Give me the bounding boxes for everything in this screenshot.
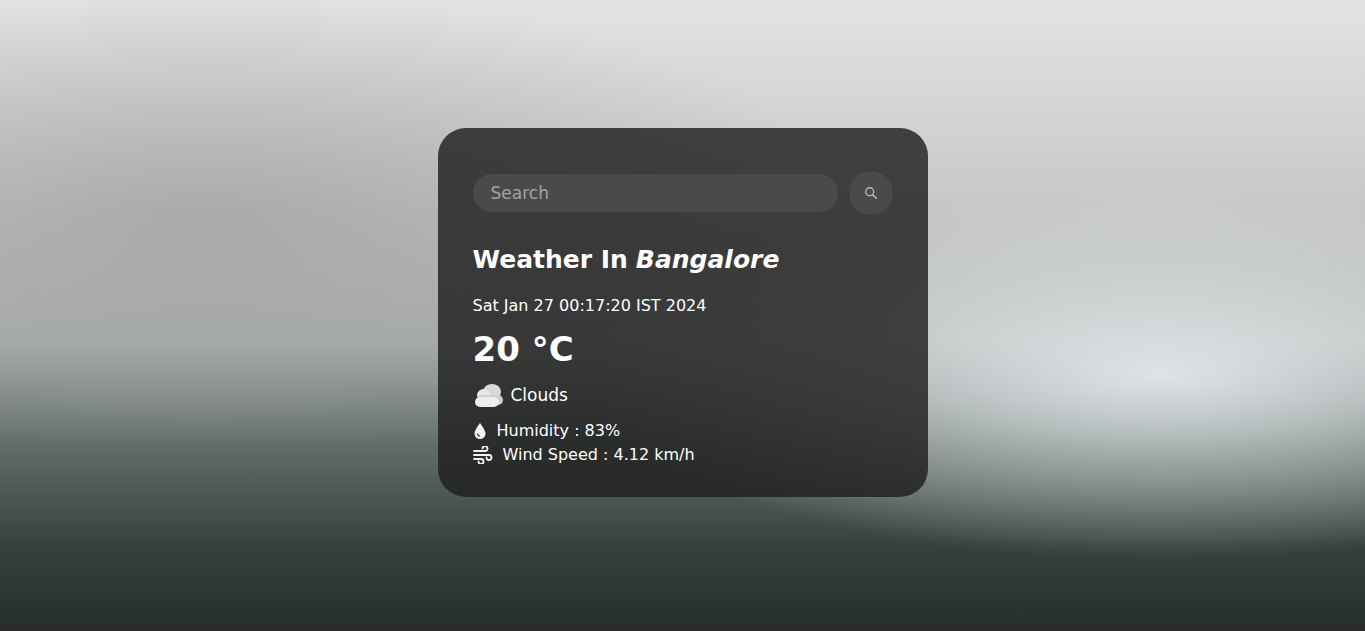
weather-card: Weather In Bangalore Sat Jan 27 00:17:20… [438,128,928,497]
search-bar [473,171,893,215]
search-input[interactable] [473,174,838,212]
wind-text: Wind Speed : 4.12 km/h [503,445,695,465]
weather-title: Weather In Bangalore [473,245,893,274]
temperature: 20 °C [473,329,893,369]
description-text: Clouds [511,385,568,405]
weather-page: Weather In Bangalore Sat Jan 27 00:17:20… [0,0,1365,631]
taskbar [0,624,1365,631]
humidity: Humidity : 83% [473,421,893,441]
wind-icon [473,446,493,464]
humidity-text: Humidity : 83% [497,421,621,441]
date-time: Sat Jan 27 00:17:20 IST 2024 [473,296,893,315]
title-label: Weather In [473,245,628,274]
wind-speed: Wind Speed : 4.12 km/h [473,445,893,465]
weather-description: Clouds [473,381,893,409]
droplet-icon [473,422,487,440]
city-name: Bangalore [636,245,780,274]
search-button[interactable] [849,171,893,215]
search-icon [864,186,878,200]
background-photo: Weather In Bangalore Sat Jan 27 00:17:20… [0,0,1365,624]
cloud-icon [473,381,505,409]
